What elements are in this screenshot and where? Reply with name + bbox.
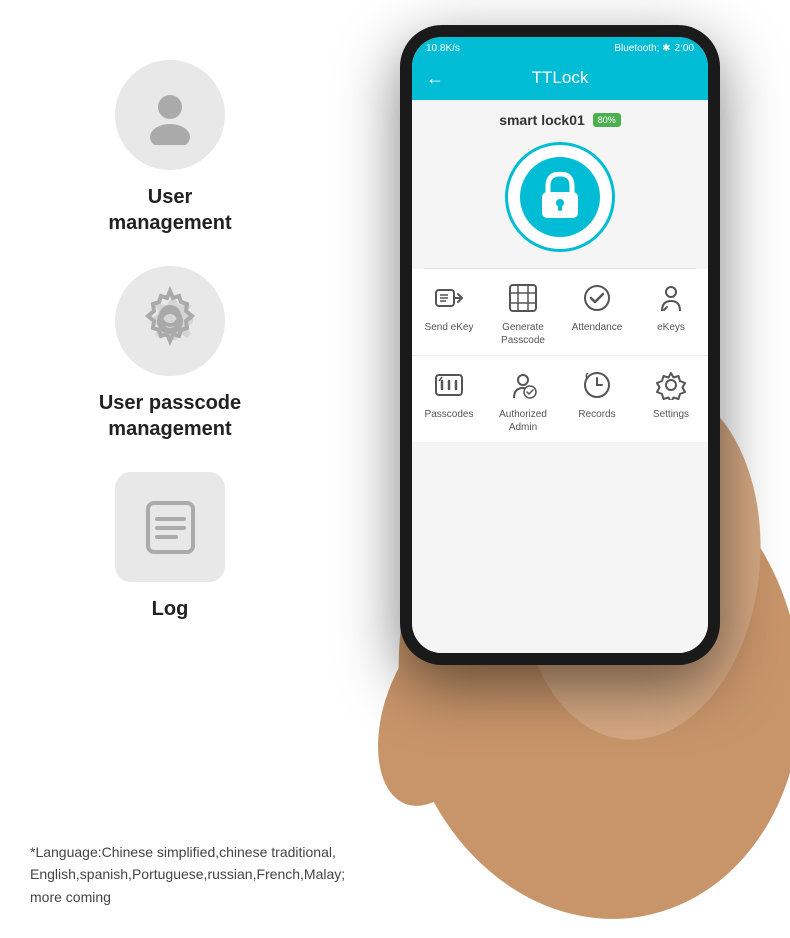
back-button[interactable]: ← <box>426 68 444 89</box>
settings-icon <box>654 368 688 402</box>
user-icon <box>140 85 200 145</box>
authorized-admin-svg <box>508 370 538 400</box>
bluetooth-icon: Bluetooth; ✱ <box>614 43 670 54</box>
lock-name-row: smart lock01 80% <box>499 112 621 128</box>
passcodes-label: Passcodes <box>425 408 474 421</box>
lock-section: smart lock01 80% <box>412 100 708 268</box>
lock-inner <box>520 157 600 237</box>
gear-icon <box>135 286 205 356</box>
ekeys-svg <box>656 283 686 313</box>
app-header: ← TTLock <box>412 60 708 100</box>
menu-send-ekey[interactable]: Send eKey <box>412 269 486 355</box>
screen-bottom-filler <box>412 442 708 653</box>
status-right: Bluetooth; ✱ 2:00 <box>614 43 694 54</box>
footer-note: *Language:Chinese simplified,chinese tra… <box>30 841 380 908</box>
footer-note-text: *Language:Chinese simplified,chinese tra… <box>30 844 345 905</box>
records-label: Records <box>578 408 615 421</box>
log-icon-bg <box>115 472 225 582</box>
menu-generate-passcode[interactable]: Generate Passcode <box>486 269 560 355</box>
passcodes-svg <box>434 371 464 399</box>
padlock-icon <box>538 172 582 222</box>
attendance-icon <box>580 281 614 315</box>
lock-name: smart lock01 <box>499 112 585 128</box>
feature-user-management: User management <box>108 60 231 236</box>
menu-ekeys[interactable]: eKeys <box>634 269 708 355</box>
generate-passcode-icon <box>506 281 540 315</box>
generate-passcode-label: Generate Passcode <box>501 321 545 347</box>
send-ekey-label: Send eKey <box>425 321 474 334</box>
menu-settings[interactable]: Settings <box>634 356 708 442</box>
signal-text: 10.8K/s <box>426 43 460 54</box>
menu-authorized-admin[interactable]: Authorized Admin <box>486 356 560 442</box>
passcode-svg <box>508 283 538 313</box>
ekeys-label: eKeys <box>657 321 685 334</box>
records-svg <box>582 370 612 400</box>
battery-label: 80% <box>593 113 621 127</box>
ekey-send-svg <box>434 284 464 312</box>
passcodes-icon <box>432 368 466 402</box>
menu-row-1: Send eKey Generate Passcode <box>412 269 708 356</box>
settings-label: Settings <box>653 408 689 421</box>
menu-attendance[interactable]: Attendance <box>560 269 634 355</box>
records-icon <box>580 368 614 402</box>
user-management-icon-bg <box>115 60 225 170</box>
settings-svg <box>656 370 686 400</box>
feature-passcode-management: User passcode management <box>99 266 241 442</box>
status-bar: 10.8K/s Bluetooth; ✱ 2:00 <box>412 37 708 60</box>
attendance-label: Attendance <box>572 321 623 334</box>
user-management-label: User management <box>108 184 231 236</box>
log-label: Log <box>152 596 189 622</box>
log-icon <box>138 495 203 560</box>
menu-records[interactable]: Records <box>560 356 634 442</box>
attendance-svg <box>582 283 612 313</box>
authorized-admin-icon <box>506 368 540 402</box>
feature-log: Log <box>115 472 225 622</box>
lock-icon-container[interactable] <box>505 142 615 252</box>
authorized-admin-label: Authorized Admin <box>499 408 547 434</box>
phone-body: 10.8K/s Bluetooth; ✱ 2:00 ← TTLock smart… <box>400 25 720 665</box>
menu-passcodes[interactable]: Passcodes <box>412 356 486 442</box>
battery-time: 2:00 <box>675 43 694 54</box>
menu-row-2: Passcodes Authorized Admin <box>412 356 708 442</box>
send-ekey-icon <box>432 281 466 315</box>
passcode-management-icon-bg <box>115 266 225 376</box>
ekeys-icon <box>654 281 688 315</box>
app-title: TTLock <box>532 68 589 88</box>
passcode-management-label: User passcode management <box>99 390 241 442</box>
phone-screen: 10.8K/s Bluetooth; ✱ 2:00 ← TTLock smart… <box>412 37 708 653</box>
features-section: User management User passcode management <box>30 60 310 652</box>
